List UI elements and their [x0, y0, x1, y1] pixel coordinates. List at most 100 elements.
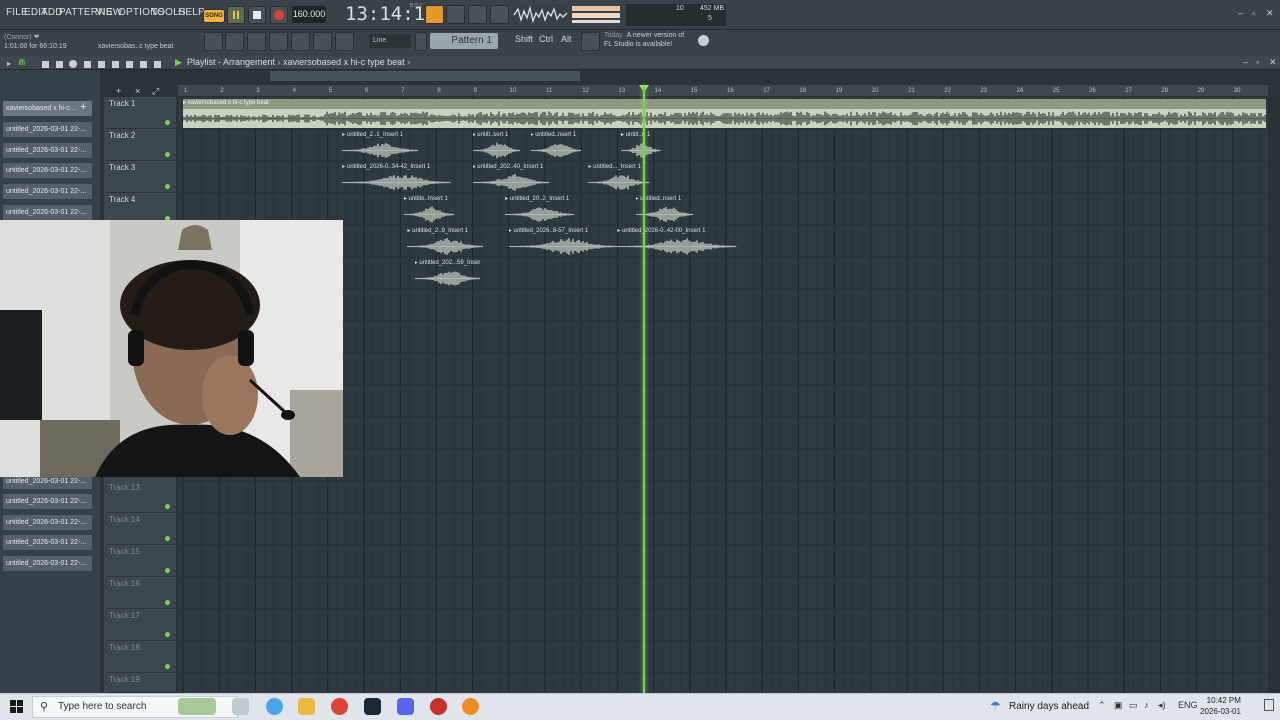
browser-icon[interactable] — [291, 32, 310, 51]
play-button[interactable] — [227, 6, 245, 24]
picker-item[interactable]: untitled_2026-03-01 22-... — [3, 515, 92, 530]
playlist-menu-icon[interactable]: – — [1243, 57, 1248, 67]
audio-clip[interactable]: ▸ untitled_2026-0..42-00_Insert 1 — [617, 227, 737, 257]
update-icon[interactable] — [698, 35, 709, 46]
news-panel[interactable]: Today A newer version of FL Studio is av… — [604, 31, 684, 49]
picker-item[interactable]: untitled_2026-03-01 22-... — [3, 184, 92, 199]
track-header-2[interactable]: Track 2 — [106, 129, 176, 161]
magnet-icon[interactable]: ⋒ — [18, 57, 26, 68]
track-header-15[interactable]: Track 15 — [106, 545, 176, 577]
horizontal-scrollbar[interactable] — [270, 71, 580, 81]
audio-clip[interactable]: ▸ xaviersobased x hi-c type beat — [183, 99, 1266, 129]
track-header-16[interactable]: Track 16 — [106, 577, 176, 609]
picker-item[interactable]: untitled_2026-03-01 22-... — [3, 163, 92, 178]
playhead[interactable] — [642, 86, 645, 693]
snap-select[interactable]: Line — [369, 34, 411, 48]
pattern-song-toggle[interactable] — [425, 5, 444, 24]
audio-clip[interactable]: ▸ untitled_2026-0..34-42_Insert 1 — [342, 163, 451, 193]
tempo-display[interactable]: 160.000 — [292, 6, 326, 23]
language-indicator[interactable]: ENG — [1178, 700, 1198, 710]
audio-clip[interactable]: ▸ untitled_20..2_Insert 1 — [505, 195, 574, 225]
search-highlight-icon[interactable] — [178, 698, 216, 715]
track-header-13[interactable]: Track 13 — [106, 481, 176, 513]
tray-app-icon[interactable]: ▣ — [1114, 700, 1123, 711]
track-header-17[interactable]: Track 17 — [106, 609, 176, 641]
alt-key-button[interactable]: Alt — [561, 34, 572, 44]
menu-help[interactable]: HELP — [178, 7, 205, 18]
audio-clip[interactable]: ▸ untitl..sert 1 — [472, 131, 520, 161]
notification-icon[interactable] — [1264, 699, 1274, 711]
tray-display-icon[interactable]: ▭ — [1129, 700, 1138, 711]
track-mute-led[interactable] — [165, 664, 170, 669]
picker-item[interactable]: untitled_2026-03-01 22-... — [3, 143, 92, 158]
vertical-scrollbar[interactable] — [1268, 97, 1280, 693]
record-button[interactable] — [270, 6, 288, 24]
ctrl-key-button[interactable]: Ctrl — [539, 34, 553, 44]
picker-item[interactable]: untitled_2026-03-01 22-... — [3, 556, 92, 571]
fl-studio-icon[interactable] — [462, 698, 479, 715]
picker-add-icon[interactable]: + — [80, 101, 86, 113]
audio-clip[interactable]: ▸ untitled..._Insert 1 — [588, 163, 650, 193]
close-icon[interactable]: ✕ — [1266, 8, 1274, 19]
copilot-icon[interactable] — [266, 698, 283, 715]
pattern-prev-icon[interactable] — [415, 32, 427, 51]
microphone-tray-icon[interactable]: ♪ — [1144, 700, 1149, 710]
track-header-18[interactable]: Track 18 — [106, 641, 176, 673]
playlist-play-icon[interactable]: ▶ — [175, 57, 182, 68]
playlist-maximize-icon[interactable]: ▫ — [1256, 57, 1259, 67]
recording-app-icon[interactable] — [430, 698, 447, 715]
picker-item[interactable]: untitled_2026-03-01 22-... — [3, 535, 92, 550]
stop-button[interactable] — [248, 6, 266, 24]
master-volume-meter[interactable] — [572, 4, 620, 24]
tray-chevron-icon[interactable]: ⌃ — [1098, 700, 1106, 711]
discord-icon[interactable] — [397, 698, 414, 715]
track-mute-led[interactable] — [165, 152, 170, 157]
piano-roll-icon[interactable] — [225, 32, 244, 51]
file-explorer-icon[interactable] — [298, 698, 315, 715]
maximize-icon[interactable]: ▫ — [1252, 8, 1255, 18]
track-mute-led[interactable] — [165, 184, 170, 189]
audio-clip[interactable]: ▸ untitl..rt 1 — [621, 131, 661, 161]
playlist-tools[interactable] — [40, 57, 170, 68]
taskbar-search-text[interactable]: Type here to search — [58, 701, 146, 712]
metronome-button[interactable] — [446, 5, 465, 24]
audio-clip[interactable]: ▸ untitled_2026..8-57_Insert 1 — [508, 227, 618, 257]
audio-clip[interactable]: ▸ untitled_202..40_Insert 1 — [472, 163, 549, 193]
microphone-icon[interactable] — [335, 32, 354, 51]
volume-icon[interactable]: ◂) — [1158, 700, 1166, 711]
track-header-3[interactable]: Track 3 — [106, 161, 176, 193]
mixer-icon[interactable] — [269, 32, 288, 51]
track-header-1[interactable]: Track 1 — [106, 97, 176, 129]
task-view-icon[interactable] — [232, 698, 249, 715]
remove-track-icon[interactable]: × — [135, 86, 140, 96]
track-mute-led[interactable] — [165, 632, 170, 637]
playlist-icon[interactable] — [204, 32, 223, 51]
windows-start-icon[interactable] — [10, 700, 23, 718]
picker-item[interactable]: untitled_2026-03-01 22-... — [3, 494, 92, 509]
audio-clip[interactable]: ▸ untitle..Insert 1 — [403, 195, 455, 225]
track-mute-led[interactable] — [165, 568, 170, 573]
track-mute-led[interactable] — [165, 600, 170, 605]
weather-text[interactable]: Rainy days ahead — [1009, 701, 1089, 712]
shift-key-button[interactable]: Shift — [515, 34, 533, 44]
picker-item[interactable]: untitled_2026-03-01 22-... — [3, 122, 92, 137]
track-mute-led[interactable] — [165, 536, 170, 541]
add-track-icon[interactable]: + — [116, 86, 121, 96]
track-mute-led[interactable] — [165, 504, 170, 509]
arrow-icon[interactable]: ▸ — [7, 59, 11, 68]
plugin-picker-icon[interactable] — [313, 32, 332, 51]
chrome-icon[interactable] — [331, 698, 348, 715]
wait-input-button[interactable] — [468, 5, 487, 24]
track-header-19[interactable]: Track 19 — [106, 673, 176, 693]
countdown-button[interactable] — [490, 5, 509, 24]
playlist-close-icon[interactable]: ✕ — [1269, 57, 1277, 68]
news-icon[interactable] — [581, 32, 600, 51]
track-mute-led[interactable] — [165, 120, 170, 125]
song-mode-button[interactable]: SONG — [203, 9, 225, 23]
steam-icon[interactable] — [364, 698, 381, 715]
track-tool-icon[interactable]: ⤢ — [152, 86, 159, 97]
audio-clip[interactable]: ▸ untitled_2..1_Insert 1 — [342, 131, 419, 161]
pattern-select[interactable]: Pattern 1 — [430, 33, 498, 49]
track-header-14[interactable]: Track 14 — [106, 513, 176, 545]
minimize-icon[interactable]: – — [1238, 8, 1243, 18]
